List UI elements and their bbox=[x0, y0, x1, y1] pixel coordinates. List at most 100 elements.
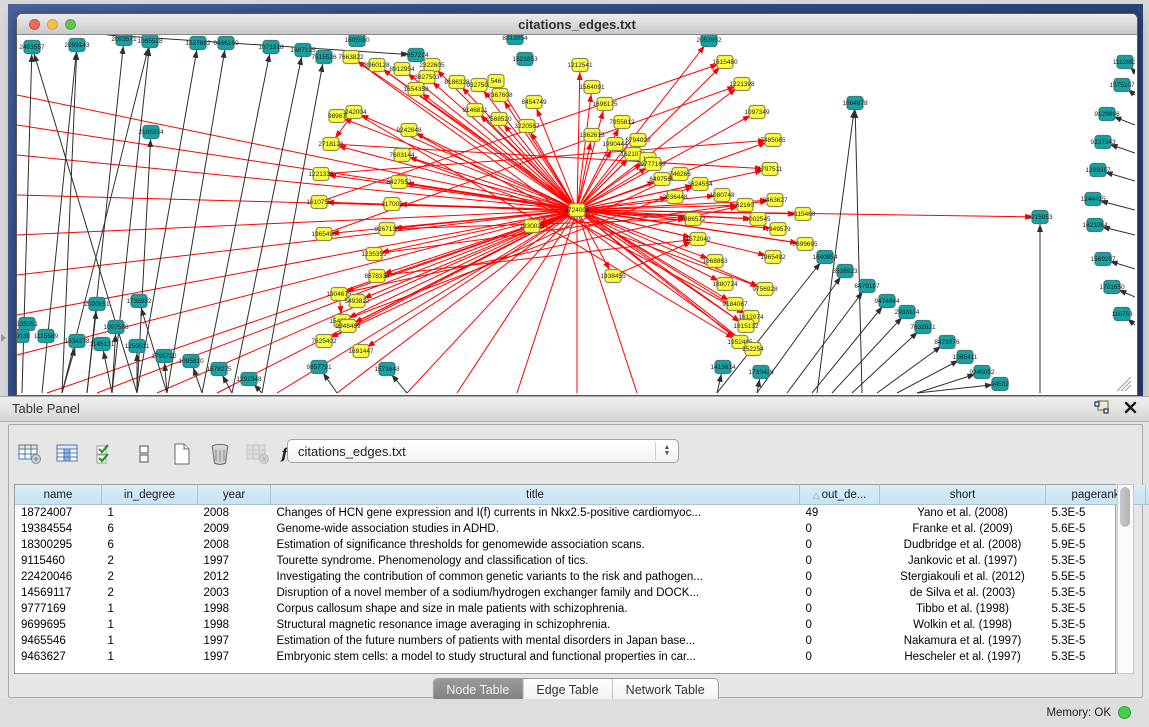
delete-trash-icon[interactable] bbox=[207, 441, 233, 467]
table-panel-title: Table Panel bbox=[12, 401, 80, 416]
svg-text:1965492: 1965492 bbox=[760, 254, 786, 261]
table-cell: Estimation of significance thresholds fo… bbox=[271, 537, 800, 553]
table-row[interactable]: 1872400712008Changes of HCN gene express… bbox=[15, 505, 1149, 522]
table-cell: 1998 bbox=[198, 617, 271, 633]
svg-text:3215953: 3215953 bbox=[1027, 214, 1053, 221]
table-row[interactable]: 1938455462009Genome-wide association stu… bbox=[15, 521, 1149, 537]
svg-text:2036448: 2036448 bbox=[662, 194, 688, 201]
tab-node-table[interactable]: Node Table bbox=[433, 679, 523, 701]
tab-network-table[interactable]: Network Table bbox=[613, 679, 718, 701]
table-cell: 0 bbox=[800, 585, 880, 601]
table-row[interactable]: 977716911998Corpus callosum shape and si… bbox=[15, 601, 1149, 617]
svg-text:1830029: 1830029 bbox=[519, 223, 545, 230]
table-row[interactable]: 1456911722003Disruption of a novel membe… bbox=[15, 585, 1149, 601]
column-header-in_degree[interactable]: in_degree bbox=[102, 485, 198, 505]
table-cell bbox=[1146, 617, 1149, 633]
scrollbar-thumb[interactable] bbox=[1120, 487, 1130, 527]
svg-text:1292348: 1292348 bbox=[236, 376, 262, 383]
svg-text:2105334: 2105334 bbox=[138, 129, 164, 136]
svg-text:9242848: 9242848 bbox=[396, 127, 422, 134]
svg-text:6466160: 6466160 bbox=[213, 40, 239, 47]
sidebar-collapse-handle-icon[interactable] bbox=[1, 334, 6, 342]
svg-text:2403557: 2403557 bbox=[19, 44, 45, 51]
network-canvas[interactable]: 2403557209914320935711065528152766264661… bbox=[17, 35, 1135, 394]
svg-text:1097588: 1097588 bbox=[103, 324, 129, 331]
svg-text:9184067: 9184067 bbox=[722, 301, 748, 308]
svg-text:94502: 94502 bbox=[991, 381, 1009, 388]
svg-text:1621064: 1621064 bbox=[1082, 222, 1108, 229]
column-header-filler[interactable] bbox=[1146, 485, 1149, 505]
svg-text:6794022: 6794022 bbox=[625, 137, 651, 144]
svg-text:116753: 116753 bbox=[1111, 311, 1133, 318]
table-row[interactable]: 946362711997Embryonic stem cells: a mode… bbox=[15, 649, 1149, 665]
svg-text:7625402: 7625402 bbox=[311, 338, 337, 345]
column-header-name[interactable]: name bbox=[15, 485, 102, 505]
table-row[interactable]: 911546021997Tourette syndrome. Phenomeno… bbox=[15, 553, 1149, 569]
table-row[interactable]: 946554611997Estimation of the future num… bbox=[15, 633, 1149, 649]
svg-text:9474444: 9474444 bbox=[874, 298, 900, 305]
node-table[interactable]: namein_degreeyeartitle△out_de...shortpag… bbox=[14, 484, 1116, 674]
svg-text:1334278: 1334278 bbox=[64, 338, 90, 345]
table-cell: Dudbridge et al. (2008) bbox=[880, 537, 1046, 553]
table-vertical-scrollbar[interactable] bbox=[1117, 484, 1134, 674]
close-icon[interactable] bbox=[1124, 401, 1137, 414]
table-cell: Tibbo et al. (1998) bbox=[880, 601, 1046, 617]
svg-text:6479197: 6479197 bbox=[854, 283, 880, 290]
table-cell bbox=[1146, 601, 1149, 617]
table-cell: Hescheler et al. (1997) bbox=[880, 649, 1046, 665]
svg-text:1610755: 1610755 bbox=[306, 199, 332, 206]
svg-text:1112853: 1112853 bbox=[1113, 59, 1135, 66]
table-toolbar: f(x) bbox=[17, 437, 309, 471]
row-select-check-icon[interactable] bbox=[93, 441, 119, 467]
svg-text:8427552: 8427552 bbox=[386, 179, 412, 186]
table-settings-icon[interactable] bbox=[17, 441, 43, 467]
svg-text:8454749: 8454749 bbox=[521, 99, 547, 106]
table-cell: 18724007 bbox=[15, 505, 102, 522]
svg-text:8960128: 8960128 bbox=[364, 62, 390, 69]
tab-edge-table[interactable]: Edge Table bbox=[523, 679, 612, 701]
new-table-icon[interactable] bbox=[169, 441, 195, 467]
table-cell: 2012 bbox=[198, 569, 271, 585]
column-visibility-icon[interactable] bbox=[55, 441, 81, 467]
svg-text:1880724: 1880724 bbox=[712, 281, 738, 288]
svg-text:9948489: 9948489 bbox=[335, 323, 361, 330]
table-selector-dropdown[interactable]: citations_edges.txt ▲▼ bbox=[287, 439, 679, 463]
table-cell: 49 bbox=[800, 505, 880, 522]
column-header-short[interactable]: short bbox=[880, 485, 1046, 505]
table-row[interactable]: 1830029562008Estimation of significance … bbox=[15, 537, 1149, 553]
table-cell: de Silva et al. (2003) bbox=[880, 585, 1046, 601]
svg-text:7857224: 7857224 bbox=[403, 52, 429, 59]
svg-text:2367608: 2367608 bbox=[487, 92, 513, 99]
table-cell: Genome-wide association studies in ADHD. bbox=[271, 521, 800, 537]
svg-text:8538923: 8538923 bbox=[832, 268, 858, 275]
column-header-out_de...[interactable]: △out_de... bbox=[800, 485, 880, 505]
network-window-titlebar[interactable]: citations_edges.txt bbox=[17, 14, 1137, 35]
table-cell bbox=[1146, 585, 1149, 601]
svg-text:546: 546 bbox=[491, 78, 502, 85]
table-cell: Franke et al. (2009) bbox=[880, 521, 1046, 537]
delete-table-icon-disabled bbox=[245, 441, 271, 467]
svg-text:7632621: 7632621 bbox=[910, 324, 936, 331]
table-cell bbox=[1146, 505, 1149, 522]
table-cell: 0 bbox=[800, 633, 880, 649]
float-panel-icon[interactable] bbox=[1094, 400, 1110, 415]
svg-text:1575107: 1575107 bbox=[1109, 82, 1135, 89]
table-row[interactable]: 2242004622012Investigating the contribut… bbox=[15, 569, 1149, 585]
rows-icon[interactable] bbox=[131, 441, 157, 467]
network-window[interactable]: citations_edges.txt 24035572099143209357… bbox=[16, 13, 1138, 396]
table-selector-value: citations_edges.txt bbox=[298, 444, 406, 459]
table-cell: 19384554 bbox=[15, 521, 102, 537]
svg-text:1221338: 1221338 bbox=[308, 171, 334, 178]
column-header-year[interactable]: year bbox=[198, 485, 271, 505]
memory-status-label: Memory: OK bbox=[1046, 707, 1111, 719]
table-cell: Corpus callosum shape and size in male p… bbox=[271, 601, 800, 617]
table-row[interactable]: 969969511998Structural magnetic resonanc… bbox=[15, 617, 1149, 633]
column-header-title[interactable]: title bbox=[271, 485, 800, 505]
table-cell: 0 bbox=[800, 553, 880, 569]
svg-text:1413614: 1413614 bbox=[710, 364, 736, 371]
table-cell: Estimation of the future numbers of pati… bbox=[271, 633, 800, 649]
svg-text:2322605: 2322605 bbox=[419, 62, 445, 69]
svg-text:1949579: 1949579 bbox=[765, 226, 791, 233]
svg-text:1735992: 1735992 bbox=[126, 298, 152, 305]
table-cell: 2 bbox=[102, 569, 198, 585]
